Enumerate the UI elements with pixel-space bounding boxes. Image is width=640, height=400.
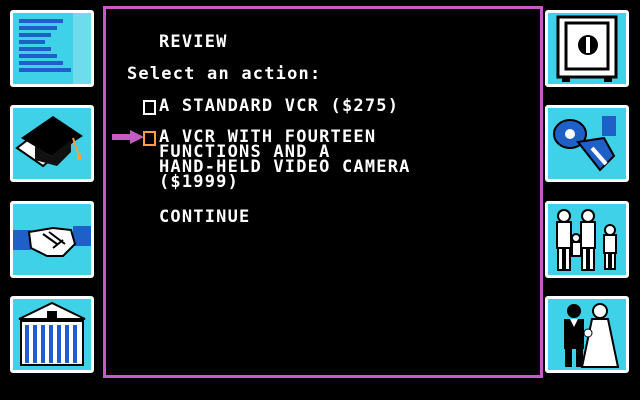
- family-icon: [548, 204, 626, 275]
- main-panel: REVIEW Select an action: A STANDARD VCR …: [103, 6, 543, 378]
- graduation-cap-tile[interactable]: [10, 105, 94, 182]
- screen-heading: REVIEW: [159, 32, 228, 52]
- safe-tile[interactable]: [545, 10, 629, 87]
- graduation-cap-icon: [13, 108, 91, 179]
- option-1-checkbox[interactable]: [143, 100, 156, 115]
- bank-icon: [13, 299, 91, 370]
- document-lines-tile[interactable]: [10, 10, 94, 87]
- map-pin-icon: [548, 108, 626, 179]
- family-tile[interactable]: [545, 201, 629, 278]
- handshake-icon: [13, 204, 91, 275]
- map-pin-tile[interactable]: [545, 105, 629, 182]
- option-2-label-line-4[interactable]: ($1999): [159, 174, 239, 191]
- handshake-tile[interactable]: [10, 201, 94, 278]
- option-2-checkbox[interactable]: [143, 131, 156, 146]
- selection-pointer-icon: [112, 130, 144, 144]
- document-lines-icon: [13, 13, 91, 84]
- wedding-couple-tile[interactable]: [545, 296, 629, 373]
- safe-icon: [548, 13, 626, 84]
- wedding-couple-icon: [548, 299, 626, 370]
- action-prompt: Select an action:: [127, 64, 322, 84]
- option-1-label[interactable]: A STANDARD VCR ($275): [159, 98, 399, 115]
- continue-option[interactable]: CONTINUE: [159, 209, 250, 226]
- bank-tile[interactable]: [10, 296, 94, 373]
